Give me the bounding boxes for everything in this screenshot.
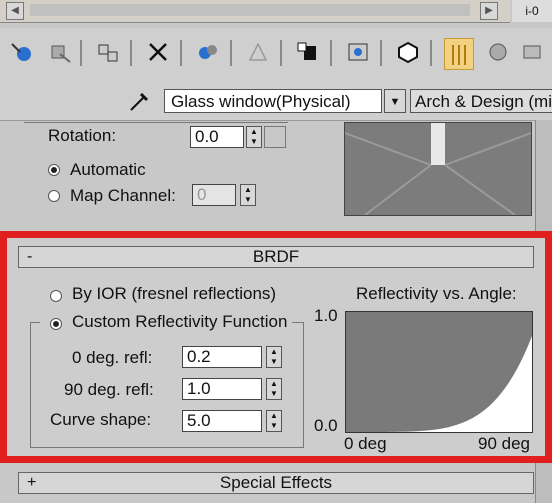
y-tick-max: 1.0 bbox=[314, 306, 338, 325]
automatic-radio[interactable] bbox=[48, 164, 60, 176]
assign-material-icon[interactable] bbox=[96, 40, 120, 64]
curve-shape-field[interactable]: 5.0 bbox=[182, 410, 262, 432]
material-name-row: Glass window(Physical) ▼ Arch & Design (… bbox=[0, 84, 552, 121]
delete-icon[interactable] bbox=[146, 40, 170, 64]
x-tick-max: 90 deg bbox=[478, 434, 530, 453]
scroll-right-arrow-icon[interactable]: ▶ bbox=[480, 2, 498, 20]
curve-shape-spinner[interactable]: ▲ ▼ bbox=[266, 410, 282, 432]
deg0-label: 0 deg. refl: bbox=[72, 348, 153, 367]
corner-label: i-0 bbox=[512, 0, 552, 22]
material-preview bbox=[344, 122, 532, 216]
map-channel-field[interactable]: 0 bbox=[192, 184, 236, 206]
curve-shape-label: Curve shape: bbox=[50, 410, 152, 429]
chart-title: Reflectivity vs. Angle: bbox=[356, 284, 517, 303]
put-to-library-icon[interactable] bbox=[246, 40, 270, 64]
custom-reflectivity-label: Custom Reflectivity Function bbox=[72, 312, 288, 331]
rotation-field[interactable]: 0.0 bbox=[190, 126, 244, 148]
deg0-field[interactable]: 0.2 bbox=[182, 346, 262, 368]
deg90-field[interactable]: 1.0 bbox=[182, 378, 262, 400]
go-to-parent-icon[interactable] bbox=[444, 38, 474, 70]
by-ior-label: By IOR (fresnel reflections) bbox=[72, 284, 277, 303]
go-forward-icon[interactable] bbox=[486, 40, 510, 64]
get-material-icon[interactable] bbox=[10, 40, 34, 64]
custom-reflectivity-radio[interactable] bbox=[50, 318, 62, 330]
show-end-result-icon[interactable] bbox=[396, 40, 420, 64]
by-ior-radio[interactable] bbox=[50, 290, 62, 302]
map-channel-radio[interactable] bbox=[48, 190, 60, 202]
x-tick-min: 0 deg bbox=[344, 434, 387, 453]
material-name-field[interactable]: Glass window(Physical) bbox=[164, 89, 382, 113]
put-to-scene-icon[interactable] bbox=[48, 40, 72, 64]
map-channel-spinner[interactable]: ▲ ▼ bbox=[240, 184, 256, 206]
material-id-channel-icon[interactable] bbox=[296, 40, 320, 64]
options-icon[interactable] bbox=[520, 40, 544, 64]
material-type-button[interactable]: Arch & Design (mi) bbox=[410, 89, 552, 113]
toolbar-separator bbox=[280, 40, 282, 66]
deg0-spinner[interactable]: ▲ ▼ bbox=[266, 346, 282, 368]
rotation-lock-box[interactable] bbox=[264, 126, 286, 148]
deg90-label: 90 deg. refl: bbox=[64, 380, 154, 399]
toolbar-separator bbox=[230, 40, 232, 66]
brdf-title: BRDF bbox=[252, 247, 300, 266]
toolbar-separator bbox=[380, 40, 382, 66]
material-editor-toolbar bbox=[0, 28, 552, 84]
coordinates-rollout: Rotation: 0.0 ▲ ▼ Automatic Map Channel: … bbox=[14, 122, 340, 228]
scroll-left-arrow-icon[interactable]: ◀ bbox=[6, 2, 24, 20]
eyedropper-icon[interactable] bbox=[127, 90, 151, 114]
automatic-label: Automatic bbox=[70, 160, 146, 179]
scrollbar-track[interactable] bbox=[30, 4, 470, 16]
brdf-rollout-header[interactable]: - BRDF bbox=[18, 246, 534, 268]
rotation-label: Rotation: bbox=[48, 126, 117, 145]
chevron-down-icon[interactable]: ▼ bbox=[384, 89, 406, 113]
toolbar-separator bbox=[180, 40, 182, 66]
y-tick-min: 0.0 bbox=[314, 416, 338, 435]
special-effects-rollout-header[interactable]: + Special Effects bbox=[18, 472, 534, 494]
horizontal-scrollbar[interactable]: ◀ ▶ bbox=[0, 0, 510, 23]
toolbar-separator bbox=[430, 40, 432, 66]
reflectivity-graph bbox=[345, 311, 533, 433]
toolbar-separator bbox=[80, 40, 82, 66]
special-effects-title: Special Effects bbox=[219, 473, 333, 492]
group-border bbox=[24, 122, 288, 123]
show-map-icon[interactable] bbox=[346, 40, 370, 64]
rotation-spinner[interactable]: ▲ ▼ bbox=[246, 126, 262, 148]
reflectivity-curve-area bbox=[346, 336, 532, 432]
deg90-spinner[interactable]: ▲ ▼ bbox=[266, 378, 282, 400]
map-channel-label: Map Channel: bbox=[70, 186, 176, 205]
make-unique-icon[interactable] bbox=[196, 40, 220, 64]
toolbar-separator bbox=[330, 40, 332, 66]
toolbar-separator bbox=[130, 40, 132, 66]
